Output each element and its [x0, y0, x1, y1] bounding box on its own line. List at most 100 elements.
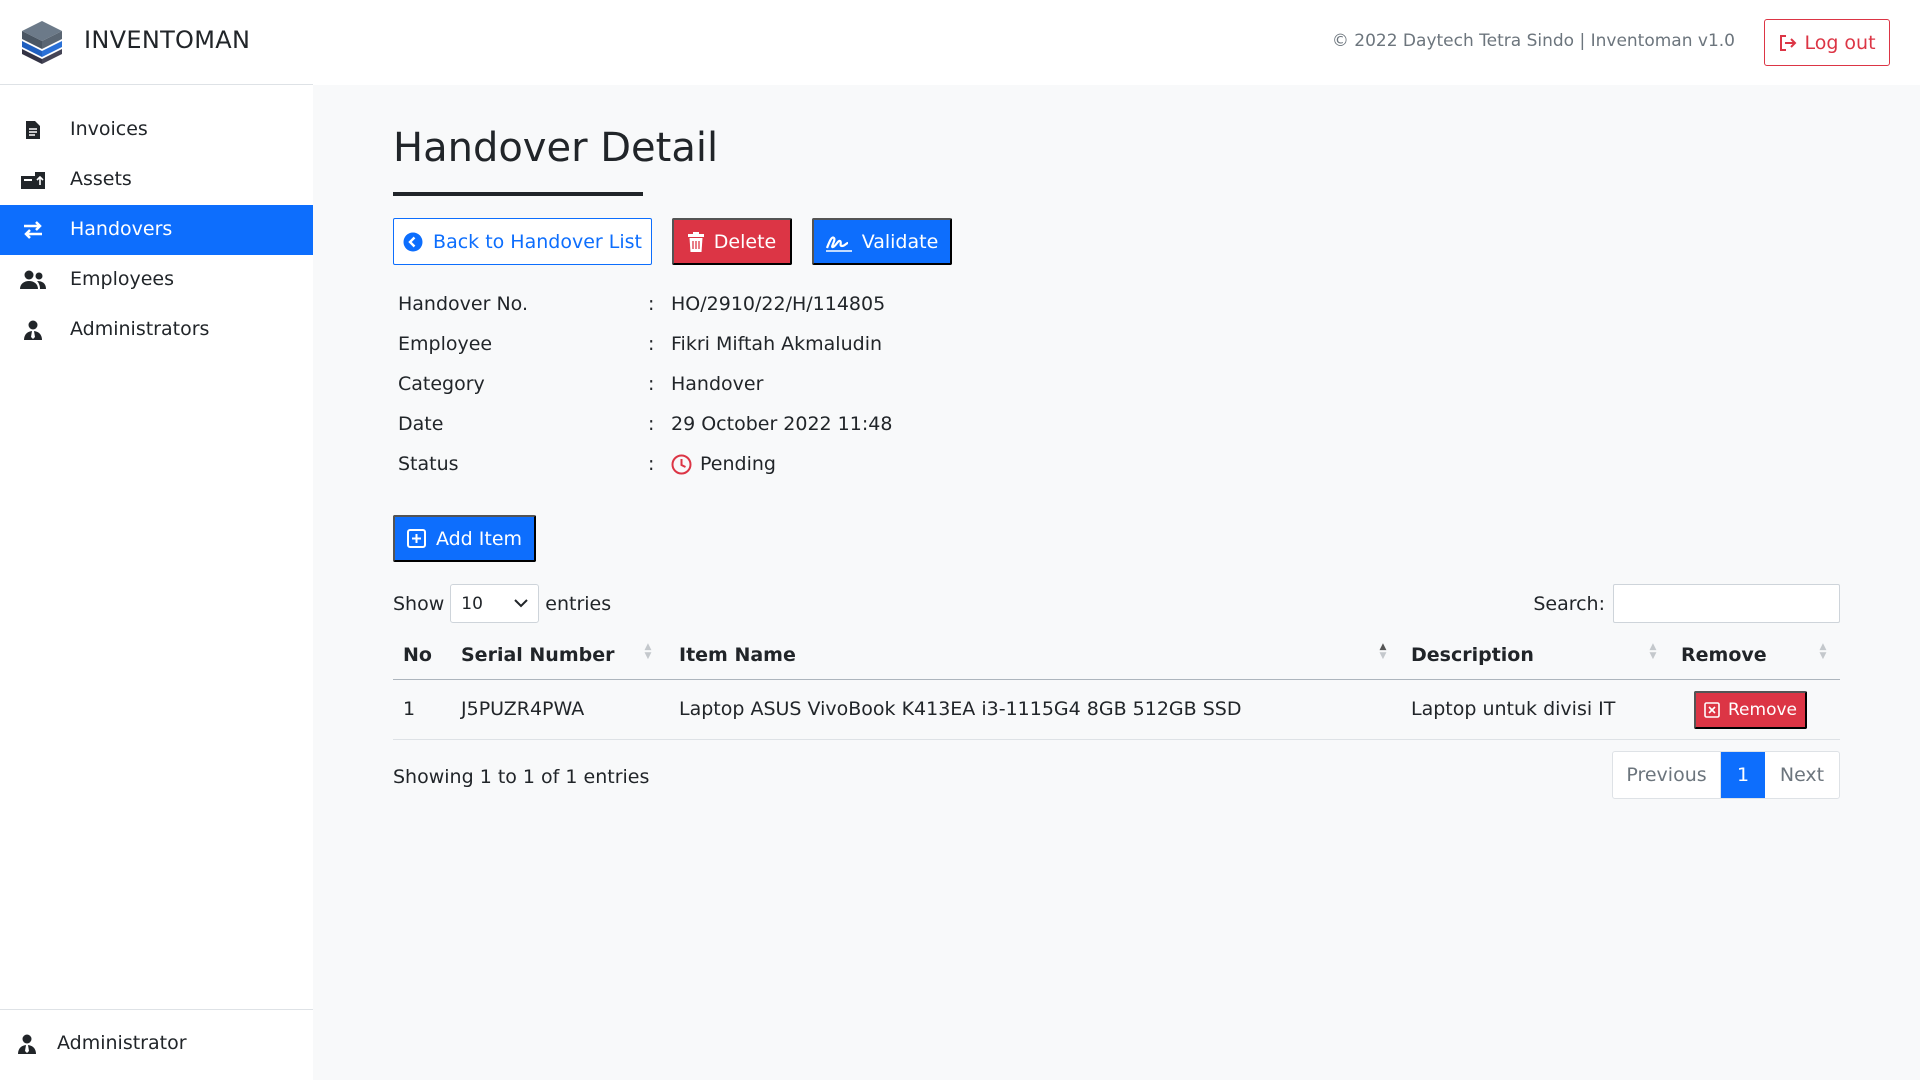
- delete-button-label: Delete: [713, 230, 777, 253]
- back-to-list-button[interactable]: Back to Handover List: [393, 218, 652, 265]
- add-item-button[interactable]: Add Item: [393, 515, 536, 562]
- remove-label: Remove: [1728, 700, 1797, 720]
- pagination-page[interactable]: 1: [1721, 752, 1765, 798]
- table-row: 1 J5PUZR4PWA Laptop ASUS VivoBook K413EA…: [393, 680, 1840, 740]
- delete-button[interactable]: Delete: [672, 218, 792, 265]
- column-header-remove[interactable]: Remove: [1681, 644, 1767, 666]
- signature-icon: [825, 235, 852, 252]
- detail-value: Pending: [671, 453, 776, 475]
- sidebar-item-label: Administrators: [70, 318, 210, 340]
- sort-icon: ▲ ▼: [1649, 642, 1657, 661]
- users-icon: [20, 268, 46, 292]
- validate-button-label: Validate: [861, 230, 939, 253]
- date-value: 29 October 2022 11:48: [671, 413, 893, 435]
- x-square-icon: [1704, 702, 1720, 718]
- detail-key: Status: [398, 453, 459, 475]
- back-button-label: Back to Handover List: [433, 230, 642, 253]
- search-input[interactable]: [1613, 584, 1840, 623]
- detail-value: Fikri Miftah Akmaludin: [671, 333, 882, 355]
- sort-icon: ▲ ▼: [1819, 642, 1827, 661]
- sort-ascending-icon: ▲ ▼: [1379, 642, 1387, 661]
- detail-key: Employee: [398, 333, 493, 355]
- table-header: No Serial Number ▲ ▼ Item Name ▲ ▼ Descrip…: [393, 630, 1840, 680]
- sidebar-item-label: Invoices: [70, 118, 148, 140]
- column-header-item-name[interactable]: Item Name: [679, 644, 796, 666]
- show-label: Show: [393, 592, 445, 615]
- detail-key: Category: [398, 373, 485, 395]
- sidebar-item-assets[interactable]: Assets: [0, 155, 313, 205]
- pagination-next[interactable]: Next: [1765, 752, 1839, 798]
- detail-separator: :: [648, 293, 655, 315]
- detail-row-category: Category : Handover: [398, 365, 1098, 405]
- invoice-icon: [20, 118, 46, 142]
- employee-name: Fikri Miftah Akmaludin: [671, 333, 883, 355]
- brand[interactable]: INVENTOMAN: [0, 0, 313, 85]
- page-size-control: Show 10 entries: [393, 584, 611, 623]
- validate-button[interactable]: Validate: [812, 218, 952, 265]
- column-header-description[interactable]: Description: [1411, 644, 1534, 666]
- remove-item-button[interactable]: Remove: [1694, 691, 1807, 729]
- status-badge: Pending: [700, 453, 776, 475]
- sidebar-item-handovers[interactable]: Handovers: [0, 205, 313, 255]
- detail-value: 29 October 2022 11:48: [671, 413, 892, 435]
- detail-separator: :: [648, 413, 655, 435]
- handover-number: HO/2910/22/H/114805: [671, 293, 886, 315]
- sidebar-item-invoices[interactable]: Invoices: [0, 105, 313, 155]
- detail-separator: :: [648, 333, 655, 355]
- user-tie-icon: [20, 318, 46, 342]
- user-tie-icon: [18, 1034, 36, 1058]
- detail-row-handover-no: Handover No. : HO/2910/22/H/114805: [398, 285, 1098, 325]
- column-header-serial-number[interactable]: Serial Number: [461, 644, 614, 666]
- title-underline: [393, 192, 643, 196]
- clock-icon: [671, 454, 692, 474]
- entries-label: entries: [545, 592, 612, 615]
- pagination: Previous 1 Next: [1612, 751, 1840, 799]
- page-title: Handover Detail: [393, 125, 719, 171]
- detail-separator: :: [648, 453, 655, 475]
- cell-item-name: Laptop ASUS VivoBook K413EA i3-1115G4 8G…: [679, 698, 1242, 720]
- detail-row-employee: Employee : Fikri Miftah Akmaludin: [398, 325, 1098, 365]
- sidebar-item-label: Employees: [70, 268, 174, 290]
- page-size-value: 10: [461, 593, 483, 614]
- sidebar-footer-user[interactable]: Administrator: [0, 1009, 313, 1080]
- add-item-label: Add Item: [435, 527, 523, 550]
- exchange-icon: [20, 218, 46, 242]
- logout-button[interactable]: Log out: [1764, 19, 1890, 66]
- logout-label: Log out: [1804, 31, 1876, 54]
- page-size-select[interactable]: 10: [450, 584, 540, 623]
- category-value: Handover: [671, 373, 764, 395]
- current-user-name: Administrator: [57, 1032, 187, 1054]
- sidebar: Invoices Assets Handovers Employees Admi…: [0, 85, 313, 1080]
- brand-name: INVENTOMAN: [84, 26, 251, 54]
- cell-serial-number: J5PUZR4PWA: [461, 698, 585, 720]
- copyright-text: © 2022 Daytech Tetra Sindo | Inventoman …: [1331, 31, 1735, 51]
- stacked-layers-logo-icon: [22, 21, 62, 64]
- trash-icon: [687, 231, 704, 252]
- plus-square-icon: [406, 529, 426, 548]
- detail-row-status: Status : Pending: [398, 445, 1098, 485]
- detail-value: HO/2910/22/H/114805: [671, 293, 885, 315]
- table-info: Showing 1 to 1 of 1 entries: [393, 766, 650, 788]
- table-search: Search:: [1533, 584, 1840, 623]
- sidebar-item-employees[interactable]: Employees: [0, 255, 313, 305]
- cell-description: Laptop untuk divisi IT: [1411, 698, 1616, 720]
- sidebar-item-label: Handovers: [70, 218, 173, 240]
- detail-key: Handover No.: [398, 293, 528, 315]
- sidebar-item-administrators[interactable]: Administrators: [0, 305, 313, 355]
- detail-row-date: Date : 29 October 2022 11:48: [398, 405, 1098, 445]
- sidebar-item-label: Assets: [70, 168, 132, 190]
- cell-no: 1: [403, 698, 416, 720]
- pagination-previous[interactable]: Previous: [1613, 752, 1721, 798]
- detail-separator: :: [648, 373, 655, 395]
- chevron-circle-left-icon: [403, 232, 423, 251]
- sign-out-icon: [1780, 34, 1797, 51]
- sort-icon: ▲ ▼: [644, 642, 652, 661]
- main-content: Handover Detail Back to Handover List De…: [313, 85, 1920, 1080]
- search-label: Search:: [1533, 592, 1605, 615]
- chevron-down-icon: [514, 599, 528, 608]
- detail-value: Handover: [671, 373, 763, 395]
- top-header: INVENTOMAN © 2022 Daytech Tetra Sindo | …: [0, 0, 1920, 85]
- detail-key: Date: [398, 413, 444, 435]
- column-header-no[interactable]: No: [403, 644, 432, 666]
- assets-icon: [20, 168, 46, 192]
